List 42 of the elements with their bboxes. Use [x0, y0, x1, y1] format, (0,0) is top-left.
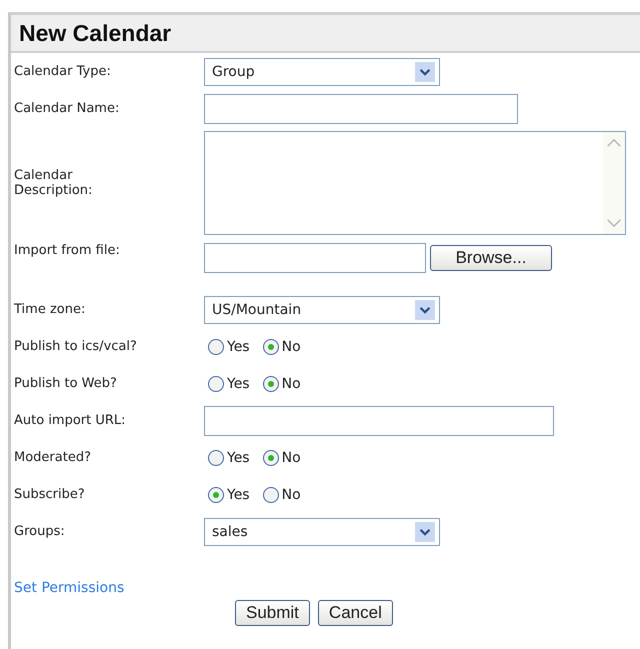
radio-button[interactable] — [208, 376, 224, 392]
radio-button[interactable] — [208, 486, 224, 502]
url-field[interactable] — [204, 406, 554, 436]
chevron-down-icon — [415, 300, 435, 320]
text-area[interactable] — [204, 131, 626, 235]
field-label: Import from file: — [14, 243, 121, 258]
field-label: Publish to ics/vcal? — [14, 339, 138, 354]
field-label: Auto import URL: — [14, 413, 127, 428]
file-field[interactable] — [204, 243, 426, 273]
radio-label: No — [282, 486, 301, 502]
field-label: Time zone: — [14, 302, 86, 317]
radio-button[interactable] — [262, 486, 279, 502]
form-title: New Calendar — [19, 20, 172, 46]
radio-button[interactable] — [262, 376, 279, 392]
chevron-down-icon — [415, 522, 435, 542]
radio-label: No — [282, 338, 301, 354]
radio-button[interactable] — [262, 338, 279, 354]
dropdown[interactable]: sales — [204, 518, 440, 546]
radio-button[interactable] — [208, 450, 224, 466]
radio-label: No — [282, 376, 301, 392]
field-label: Calendar Type: — [14, 64, 112, 79]
radio-label: Yes — [227, 450, 250, 466]
chevron-down-icon — [415, 62, 435, 82]
radio-label: Yes — [227, 486, 250, 502]
field-label: Calendar Description: — [14, 168, 94, 198]
radio-button[interactable] — [208, 338, 224, 354]
set-permissions-link[interactable]: Set Permissions — [14, 580, 124, 596]
field-label: Publish to Web? — [14, 376, 118, 391]
field-label: Subscribe? — [14, 487, 86, 502]
radio-label: Yes — [227, 376, 250, 392]
browse-button[interactable]: Browse... — [430, 245, 552, 271]
field-label: Groups: — [14, 524, 66, 539]
radio-label: Yes — [227, 338, 250, 354]
radio-label: No — [282, 450, 301, 466]
field-label: Moderated? — [14, 450, 92, 465]
dropdown[interactable]: US/Mountain — [204, 296, 440, 324]
field-label: Calendar Name: — [14, 101, 120, 116]
cancel-button[interactable]: Cancel — [318, 600, 393, 626]
dropdown[interactable]: Group — [204, 58, 440, 86]
input-field[interactable] — [204, 94, 518, 124]
submit-button[interactable]: Submit — [235, 600, 310, 626]
radio-button[interactable] — [262, 450, 279, 466]
